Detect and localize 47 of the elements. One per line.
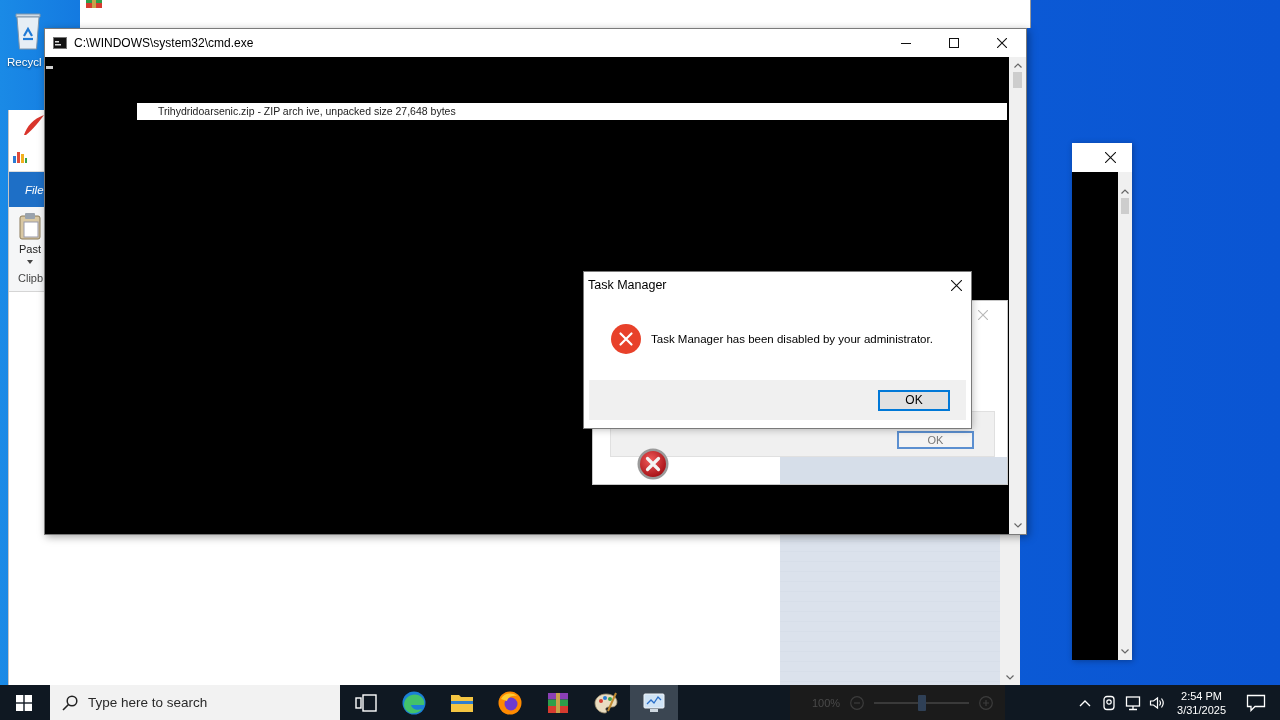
close-icon — [997, 38, 1007, 48]
window-title: C:\WINDOWS\system32\cmd.exe — [74, 36, 254, 50]
terminal-icon — [53, 37, 67, 49]
camera-icon[interactable] — [1101, 694, 1118, 711]
error-icon — [611, 324, 641, 354]
clipboard-icon — [18, 212, 42, 240]
speaker-icon[interactable] — [1149, 694, 1166, 711]
scrollbar[interactable] — [1118, 172, 1132, 660]
maximize-icon — [949, 38, 959, 48]
close-icon — [1104, 152, 1116, 163]
monitor-icon — [642, 691, 666, 714]
scroll-down-icon[interactable] — [1121, 649, 1129, 654]
scroll-down-icon[interactable] — [1013, 523, 1022, 528]
ribbon-group-label: Clipb — [18, 272, 44, 284]
search-icon — [62, 695, 78, 711]
close-icon — [950, 279, 962, 291]
dialog-title: Task Manager — [588, 278, 667, 292]
ribbon-tab[interactable]: File — [9, 183, 44, 196]
clock-button[interactable]: 2:54 PM 3/31/2025 — [1173, 688, 1230, 717]
scrollbar-thumb[interactable] — [1013, 72, 1022, 88]
paste-button[interactable]: Past — [18, 212, 42, 264]
globe-icon — [498, 690, 522, 715]
scrollbar[interactable] — [1009, 57, 1026, 534]
notification-icon[interactable] — [1246, 693, 1266, 712]
scroll-up-icon[interactable] — [1013, 63, 1022, 68]
desktop-icon-label: Recycl — [7, 56, 42, 69]
caret-icon — [27, 260, 33, 264]
ok-button[interactable]: OK — [878, 389, 950, 411]
windows-logo-icon — [16, 694, 32, 711]
books-icon — [546, 690, 570, 715]
dialog-message: Task Manager has been disabled by your administrator. — [651, 333, 933, 345]
minimize-icon — [901, 42, 911, 44]
scroll-down-icon[interactable] — [1006, 675, 1014, 680]
folder-icon — [450, 692, 474, 713]
search-field[interactable]: Type here to search — [50, 685, 340, 720]
scroll-up-icon[interactable] — [1121, 189, 1129, 194]
books-icon — [86, 0, 102, 8]
text-cursor — [46, 66, 53, 69]
network-icon[interactable] — [1125, 694, 1142, 711]
ok-button[interactable]: OK — [897, 431, 974, 449]
taskbar-button[interactable] — [630, 685, 678, 720]
swirl-icon — [402, 690, 426, 715]
quill-icon[interactable] — [22, 114, 44, 136]
slider-thumb[interactable] — [917, 694, 926, 711]
palette-icon — [594, 690, 618, 715]
scrollbar-thumb[interactable] — [1121, 198, 1129, 214]
task-view-icon — [355, 693, 377, 712]
